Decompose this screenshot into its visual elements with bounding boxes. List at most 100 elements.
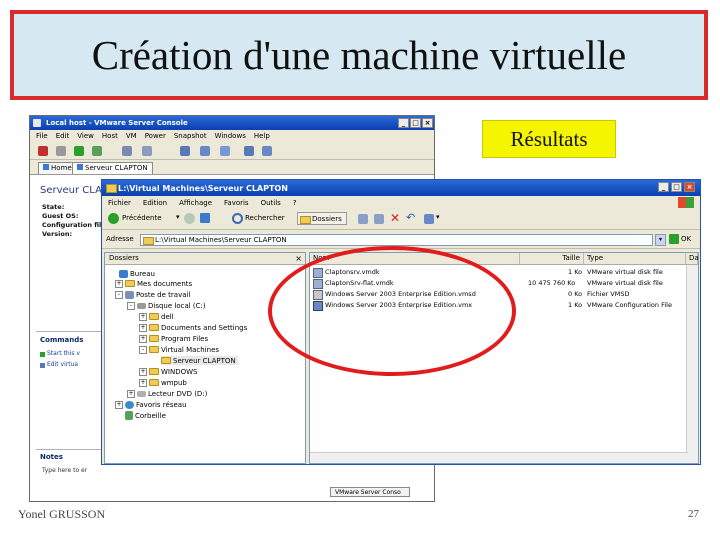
tree-item-poste-de-travail[interactable]: - Poste de travail xyxy=(115,290,190,299)
power-on-icon[interactable] xyxy=(74,146,84,156)
vm-config-label: Configuration fil xyxy=(42,221,102,229)
expand-icon[interactable]: + xyxy=(115,400,123,409)
back-dropdown-icon[interactable]: ▾ xyxy=(176,213,180,221)
back-button[interactable]: Précédente xyxy=(122,214,162,222)
drive-icon xyxy=(137,302,146,309)
menu-help[interactable]: ? xyxy=(293,199,297,207)
quick-switch-icon[interactable] xyxy=(220,146,230,156)
up-folder-icon[interactable] xyxy=(200,213,210,223)
vmware-tabs: Home Serveur CLAPTON xyxy=(30,160,434,175)
undo-icon[interactable]: ↶ xyxy=(406,211,415,224)
folders-button[interactable]: Dossiers xyxy=(297,212,347,225)
address-dropdown-icon[interactable]: ▾ xyxy=(655,234,666,246)
close-button[interactable]: × xyxy=(422,118,433,128)
menu-windows[interactable]: Windows xyxy=(215,132,246,140)
menu-help[interactable]: Help xyxy=(254,132,270,140)
copy-to-icon[interactable] xyxy=(374,214,384,224)
snapshot-icon[interactable] xyxy=(122,146,132,156)
suspend-icon[interactable] xyxy=(56,146,66,156)
reset-icon[interactable] xyxy=(92,146,102,156)
menu-edition[interactable]: Edition xyxy=(143,199,167,207)
views-icon[interactable] xyxy=(424,214,434,224)
menu-fichier[interactable]: Fichier xyxy=(108,199,131,207)
tab-home[interactable]: Home xyxy=(38,162,77,174)
menu-snapshot[interactable]: Snapshot xyxy=(174,132,207,140)
expand-icon[interactable]: + xyxy=(139,334,147,343)
menu-outils[interactable]: Outils xyxy=(261,199,281,207)
fullscreen-icon[interactable] xyxy=(200,146,210,156)
go-button[interactable]: OK xyxy=(681,235,691,243)
menu-edit[interactable]: Edit xyxy=(56,132,70,140)
column-header-taille[interactable]: Taille xyxy=(520,253,584,265)
expand-icon[interactable]: + xyxy=(139,367,147,376)
tab-serveur-clapton[interactable]: Serveur CLAPTON xyxy=(72,162,153,174)
tree-item-disque-local[interactable]: - Disque local (C:) xyxy=(127,301,206,310)
power-off-icon[interactable] xyxy=(38,146,48,156)
summary-icon[interactable] xyxy=(244,146,254,156)
forward-arrow-icon[interactable] xyxy=(184,213,195,224)
tree-item-serveur-clapton[interactable]: Serveur CLAPTON xyxy=(161,356,238,365)
menu-affichage[interactable]: Affichage xyxy=(179,199,212,207)
start-vm-command[interactable]: Start this v xyxy=(47,350,80,357)
horizontal-scrollbar[interactable] xyxy=(310,452,688,463)
tree-item-label: Virtual Machines xyxy=(161,345,220,354)
tree-item-documents-and-settings[interactable]: + Documents and Settings xyxy=(139,323,247,332)
tree-item-windows[interactable]: + WINDOWS xyxy=(139,367,198,376)
minimize-button[interactable]: _ xyxy=(658,182,669,192)
menu-file[interactable]: File xyxy=(36,132,48,140)
menu-view[interactable]: View xyxy=(77,132,94,140)
tree-item-corbeille[interactable]: Corbeille xyxy=(125,411,166,420)
maximize-button[interactable]: □ xyxy=(671,182,682,192)
back-arrow-icon[interactable] xyxy=(108,213,119,224)
address-input[interactable]: L:\Virtual Machines\Serveur CLAPTON xyxy=(140,234,653,246)
edit-vm-command[interactable]: Edit virtua xyxy=(47,361,78,368)
menu-favoris[interactable]: Favoris xyxy=(224,199,249,207)
tree-item-program-files[interactable]: + Program Files xyxy=(139,334,208,343)
tree-item-mes-documents[interactable]: + Mes documents xyxy=(115,279,192,288)
menu-host[interactable]: Host xyxy=(102,132,118,140)
tree-item-wmpub[interactable]: + wmpub xyxy=(139,378,187,387)
close-button[interactable]: × xyxy=(684,182,695,192)
vmware-toolbar xyxy=(30,142,434,160)
minimize-button[interactable]: _ xyxy=(398,118,409,128)
tree-item-dell[interactable]: + dell xyxy=(139,312,174,321)
column-header-date[interactable]: Da xyxy=(686,253,698,265)
menu-vm[interactable]: VM xyxy=(126,132,137,140)
folder-icon xyxy=(149,324,159,331)
maximize-button[interactable]: □ xyxy=(410,118,421,128)
notes-text[interactable]: Type here to er xyxy=(42,467,87,474)
views-dropdown-icon[interactable]: ▾ xyxy=(436,213,440,221)
delete-icon[interactable]: ✕ xyxy=(390,211,400,225)
separator xyxy=(36,449,102,450)
close-pane-icon[interactable]: × xyxy=(295,254,302,263)
search-button[interactable]: Rechercher xyxy=(245,214,285,222)
search-icon[interactable] xyxy=(232,213,243,224)
go-arrow-icon[interactable] xyxy=(669,234,679,244)
vm-version-label: Version: xyxy=(42,230,73,238)
vm-guest-os-label: Guest OS: xyxy=(42,212,79,220)
expand-icon[interactable]: + xyxy=(127,389,135,398)
separator xyxy=(36,331,102,332)
menu-power[interactable]: Power xyxy=(145,132,166,140)
column-header-type[interactable]: Type xyxy=(584,253,686,265)
tree-item-virtual-machines[interactable]: - Virtual Machines xyxy=(139,345,219,354)
tree-item-bureau[interactable]: Bureau xyxy=(119,269,155,278)
folder-tree-header: Dossiers xyxy=(105,253,305,265)
collapse-icon[interactable]: - xyxy=(115,290,123,299)
move-to-icon[interactable] xyxy=(358,214,368,224)
vertical-scrollbar[interactable] xyxy=(686,265,698,463)
console-icon[interactable] xyxy=(262,146,272,156)
expand-icon[interactable]: + xyxy=(115,279,123,288)
expand-icon[interactable]: + xyxy=(139,378,147,387)
tree-item-label: Serveur CLAPTON xyxy=(173,356,236,365)
collapse-icon[interactable]: - xyxy=(139,345,147,354)
windows-logo-icon xyxy=(678,197,694,208)
expand-icon[interactable]: + xyxy=(139,323,147,332)
revert-icon[interactable] xyxy=(142,146,152,156)
tree-item-favoris-reseau[interactable]: + Favoris réseau xyxy=(115,400,187,409)
address-label: Adresse xyxy=(106,235,134,243)
expand-icon[interactable]: + xyxy=(139,312,147,321)
view-icon[interactable] xyxy=(180,146,190,156)
tree-item-lecteur-dvd[interactable]: + Lecteur DVD (D:) xyxy=(127,389,207,398)
collapse-icon[interactable]: - xyxy=(127,301,135,310)
